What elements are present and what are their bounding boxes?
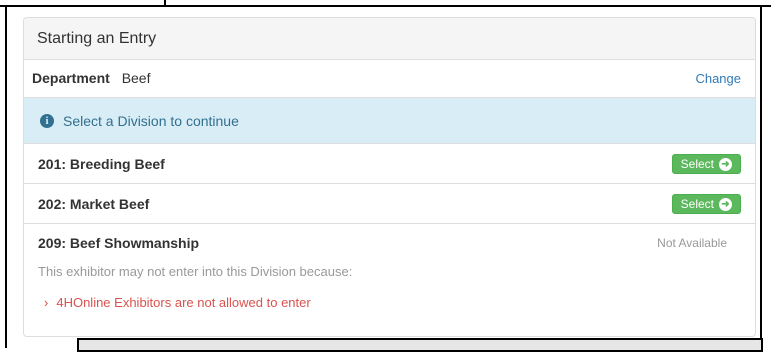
- select-division-201-button[interactable]: Select ➜: [671, 154, 741, 174]
- department-row: Department Beef Change: [24, 60, 755, 98]
- ineligibility-reason: This exhibitor may not enter into this D…: [38, 264, 353, 279]
- reason-item-text: 4HOnline Exhibitors are not allowed to e…: [56, 295, 311, 310]
- chevron-right-icon: ›: [44, 295, 49, 310]
- info-icon: i: [40, 113, 54, 128]
- window-frame-top: [0, 5, 771, 7]
- division-name: 202: Market Beef: [38, 196, 150, 212]
- select-button-label: Select: [680, 197, 714, 211]
- info-alert: i Select a Division to continue: [24, 98, 755, 144]
- panel-title: Starting an Entry: [24, 18, 755, 60]
- department-label: Department: [32, 70, 110, 86]
- info-alert-message: Select a Division to continue: [63, 112, 239, 129]
- division-name: 209: Beef Showmanship: [38, 235, 200, 251]
- bottom-overlay-box: [77, 338, 763, 352]
- entry-panel: Starting an Entry Department Beef Change…: [23, 17, 756, 337]
- window-frame-left: [5, 5, 7, 348]
- division-row: 202: Market Beef Select ➜: [24, 184, 755, 224]
- change-department-link[interactable]: Change: [695, 60, 741, 97]
- arrow-right-circle-icon: ➜: [719, 157, 732, 171]
- select-button-label: Select: [680, 157, 714, 171]
- division-row: 201: Breeding Beef Select ➜: [24, 144, 755, 184]
- division-row-unavailable: 209: Beef Showmanship Not Available This…: [24, 224, 755, 312]
- not-available-label: Not Available: [657, 236, 727, 250]
- window-frame-right: [760, 5, 762, 348]
- division-name: 201: Breeding Beef: [38, 156, 165, 172]
- window-frame-tick: [164, 0, 166, 7]
- arrow-right-circle-icon: ➜: [719, 197, 732, 211]
- select-division-202-button[interactable]: Select ➜: [671, 194, 741, 214]
- department-value: Beef: [121, 70, 151, 86]
- ineligibility-reason-item: › 4HOnline Exhibitors are not allowed to …: [38, 294, 741, 312]
